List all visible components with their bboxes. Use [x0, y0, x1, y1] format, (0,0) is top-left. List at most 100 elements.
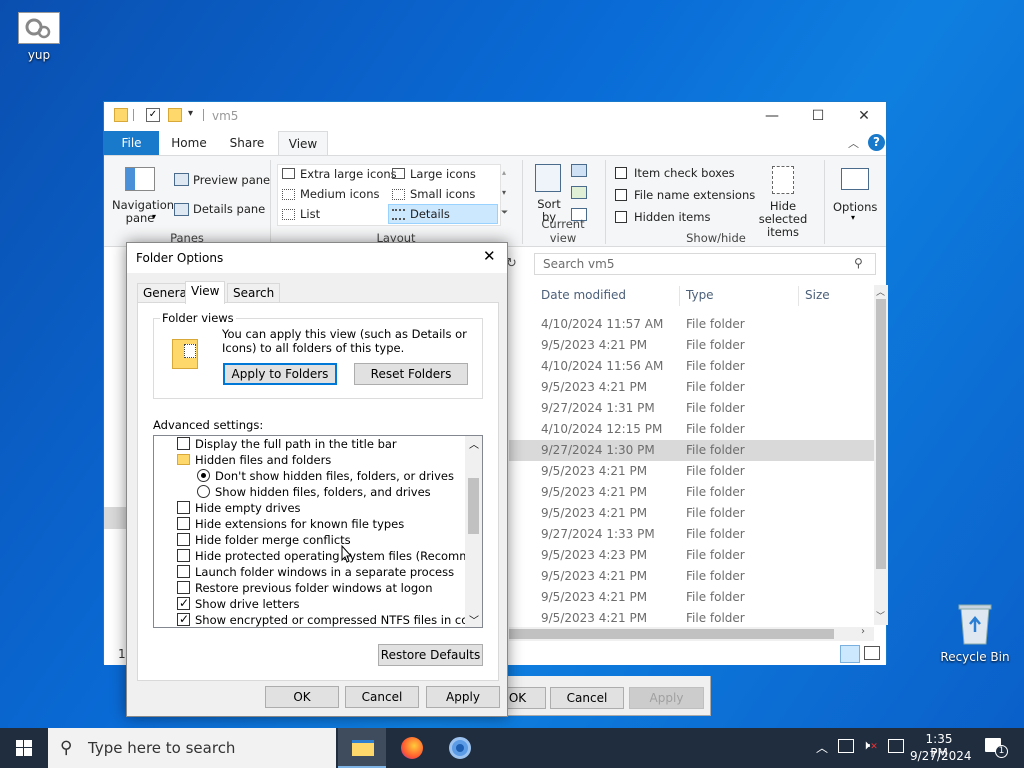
advanced-setting-item[interactable]: Hide folder merge conflicts	[154, 532, 464, 548]
navigation-pane-button[interactable]: Navigation pane	[112, 199, 174, 225]
table-row[interactable]: 4/10/2024 12:15 PM File folder	[509, 419, 874, 440]
checkbox[interactable]	[177, 595, 190, 611]
reset-folders-button[interactable]: Reset Folders	[354, 363, 468, 385]
layout-small-icons[interactable]: Small icons	[410, 187, 475, 201]
table-row[interactable]: 9/5/2023 4:23 PM File folder	[509, 545, 874, 566]
radio-button[interactable]	[197, 485, 210, 498]
hidden-items-checkbox[interactable]	[615, 211, 627, 223]
scroll-down-icon[interactable]: ﹀	[876, 609, 885, 622]
scroll-up-icon[interactable]: ︿	[876, 285, 885, 298]
volume-muted-icon[interactable]: 🕨✕	[862, 738, 878, 753]
table-row[interactable]: 9/27/2024 1:31 PM File folder	[509, 398, 874, 419]
start-button[interactable]	[0, 728, 48, 768]
checkbox[interactable]	[177, 581, 190, 594]
gallery-expand-icon[interactable]: ⏷	[501, 208, 508, 218]
tab-file[interactable]: File	[104, 131, 159, 155]
table-row[interactable]: 9/5/2023 4:21 PM File folder	[509, 587, 874, 608]
gallery-scroll-up-icon[interactable]: ▴	[502, 168, 506, 177]
checkbox[interactable]	[177, 533, 190, 546]
table-row[interactable]: 9/5/2023 4:21 PM File folder	[509, 335, 874, 356]
table-row[interactable]: 9/27/2024 1:33 PM File folder	[509, 524, 874, 545]
file-name-extensions-checkbox[interactable]	[615, 189, 627, 201]
layout-extra-large-icons[interactable]: Extra large icons	[300, 167, 397, 181]
advanced-setting-item[interactable]: Show drive letters	[154, 595, 464, 612]
restore-defaults-button[interactable]: Restore Defaults	[378, 644, 483, 666]
advanced-settings-scrollbar[interactable]: ︿ ﹀	[465, 436, 482, 627]
table-row[interactable]: 9/5/2023 4:21 PM File folder	[509, 566, 874, 587]
radio-button[interactable]	[197, 469, 210, 482]
layout-list[interactable]: List	[300, 207, 320, 221]
dialog-close-button[interactable]: ✕	[483, 247, 496, 265]
advanced-setting-item[interactable]: Hide protected operating system files (R…	[154, 548, 482, 564]
column-size[interactable]: Size	[805, 282, 830, 308]
checkbox[interactable]	[177, 549, 190, 562]
scrollbar-thumb[interactable]	[876, 299, 886, 569]
scroll-up-icon[interactable]: ︿	[469, 436, 479, 451]
table-row[interactable]: 9/5/2023 4:21 PM File folder	[509, 377, 874, 398]
action-center-icon[interactable]	[888, 739, 904, 753]
advanced-settings-list[interactable]: Display the full path in the title bar Hi…	[153, 435, 483, 628]
column-type[interactable]: Type	[686, 282, 714, 308]
gallery-scroll-down-icon[interactable]: ▾	[502, 188, 506, 197]
cancel-button[interactable]: Cancel	[345, 686, 419, 708]
tab-view[interactable]: View	[278, 131, 328, 156]
checkbox[interactable]	[177, 565, 190, 578]
checkbox[interactable]	[177, 517, 190, 530]
background-cancel-button[interactable]: Cancel	[550, 687, 624, 709]
desktop-icon-yup[interactable]: yup	[4, 12, 74, 62]
close-button[interactable]: ✕	[841, 102, 887, 130]
collapse-ribbon-icon[interactable]: ︿	[848, 135, 859, 151]
horizontal-scrollbar[interactable]: ›	[509, 626, 874, 641]
add-columns-icon[interactable]	[571, 186, 587, 199]
scrollbar-thumb[interactable]	[509, 629, 834, 639]
customize-quick-access-icon[interactable]: ▾	[188, 108, 193, 119]
tab-search[interactable]: Search	[227, 283, 281, 303]
options-button[interactable]: Options	[833, 200, 877, 214]
advanced-setting-item[interactable]: Show encrypted or compressed NTFS files …	[154, 611, 482, 627]
minimize-button[interactable]: —	[749, 102, 795, 130]
vertical-scrollbar[interactable]: ︿ ﹀	[874, 285, 888, 625]
advanced-setting-item[interactable]: Don't show hidden files, folders, or dri…	[154, 468, 464, 484]
scrollbar-thumb[interactable]	[468, 478, 479, 534]
show-hidden-icons-icon[interactable]: ︿	[816, 739, 828, 756]
apply-button[interactable]: Apply	[426, 686, 500, 708]
checkbox[interactable]	[177, 501, 190, 514]
preview-pane-button[interactable]: Preview pane	[193, 173, 270, 187]
table-row[interactable]: 9/27/2024 1:30 PM File folder	[509, 440, 874, 461]
group-by-icon[interactable]	[571, 164, 587, 177]
advanced-setting-item[interactable]: Hide empty drives	[154, 500, 464, 516]
ok-button[interactable]: OK	[265, 686, 339, 708]
details-pane-button[interactable]: Details pane	[193, 202, 265, 216]
advanced-setting-item[interactable]: Show hidden files, folders, and drives	[154, 484, 464, 500]
table-row[interactable]: 9/5/2023 4:21 PM File folder	[509, 482, 874, 503]
tab-view[interactable]: View	[185, 281, 226, 304]
table-row[interactable]: 9/5/2023 4:21 PM File folder	[509, 461, 874, 482]
taskbar-firefox[interactable]	[388, 728, 436, 768]
column-date-modified[interactable]: Date modified	[541, 282, 626, 308]
item-check-boxes-checkbox[interactable]	[615, 167, 627, 179]
details-view-toggle-icon[interactable]	[840, 645, 860, 663]
checkbox[interactable]	[177, 437, 190, 450]
table-row[interactable]: 4/10/2024 11:56 AM File folder	[509, 356, 874, 377]
clock-date[interactable]: 9/27/2024	[910, 749, 972, 763]
scroll-right-icon[interactable]: ›	[861, 626, 865, 637]
desktop-icon-recycle-bin[interactable]: Recycle Bin	[940, 602, 1010, 664]
table-row[interactable]: 9/5/2023 4:21 PM File folder	[509, 503, 874, 524]
layout-large-icons[interactable]: Large icons	[410, 167, 476, 181]
taskbar-search-box[interactable]: ⚲ Type here to search	[48, 728, 336, 768]
properties-icon[interactable]: ✓	[146, 108, 160, 122]
advanced-setting-item[interactable]: Launch folder windows in a separate proc…	[154, 564, 464, 580]
apply-to-folders-button[interactable]: Apply to Folders	[223, 363, 337, 385]
checkbox[interactable]	[177, 611, 190, 627]
taskbar-file-explorer[interactable]	[338, 728, 386, 768]
help-icon[interactable]: ?	[868, 134, 885, 151]
table-row[interactable]: 9/5/2023 4:21 PM File folder	[509, 608, 874, 629]
advanced-setting-item[interactable]: Display the full path in the title bar	[154, 436, 464, 452]
background-apply-button[interactable]: Apply	[629, 687, 704, 709]
table-row[interactable]: 4/10/2024 11:57 AM File folder	[509, 314, 874, 335]
scroll-down-icon[interactable]: ﹀	[469, 612, 479, 627]
large-icons-view-toggle-icon[interactable]	[864, 646, 880, 660]
new-folder-icon[interactable]	[168, 108, 182, 122]
advanced-setting-item[interactable]: Hide extensions for known file types	[154, 516, 464, 532]
tab-share[interactable]: Share	[222, 131, 272, 155]
